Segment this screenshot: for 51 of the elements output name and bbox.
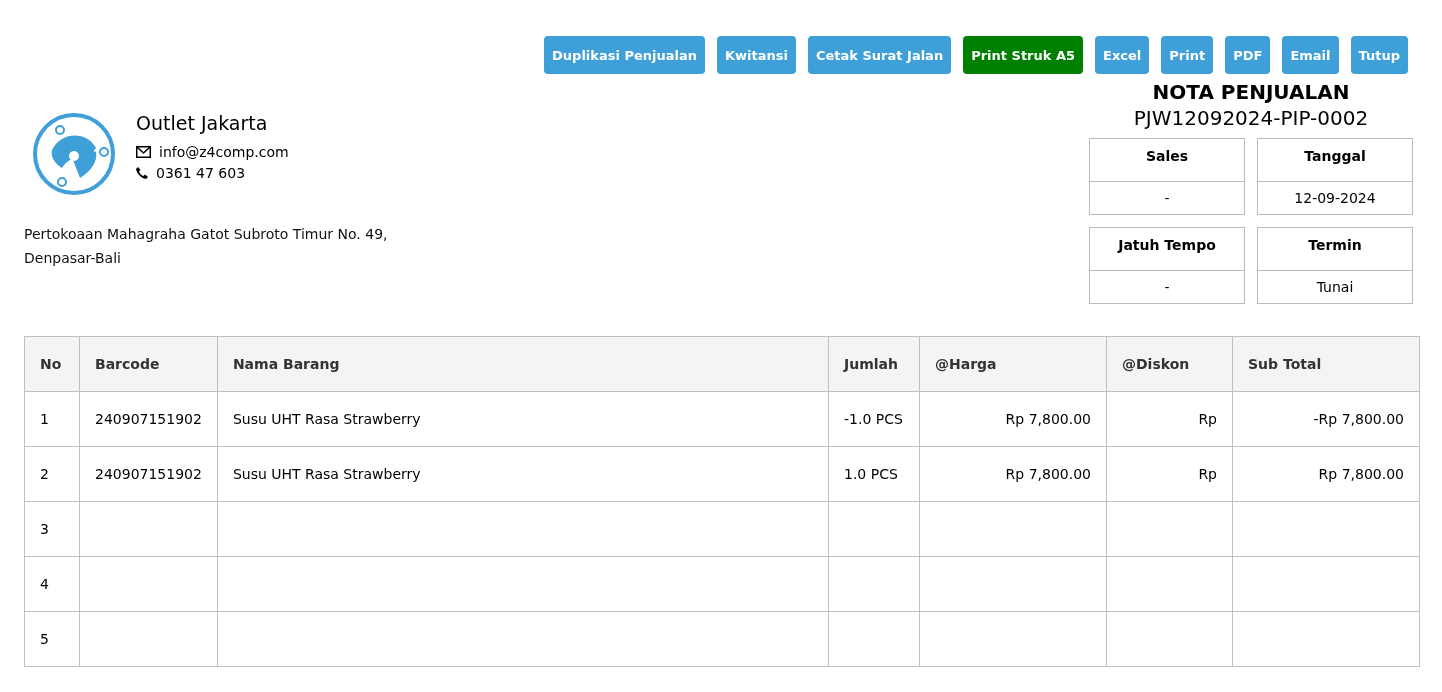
logo-icon — [32, 112, 116, 196]
field-value: 12-09-2024 — [1293, 189, 1377, 208]
toolbar-button[interactable]: Print Struk A5 — [963, 36, 1084, 74]
table-cell: Rp — [1106, 446, 1233, 502]
address-line: Pertokoaan Mahagraha Gatot Subroto Timur No. 49, — [24, 225, 388, 244]
envelope-icon — [136, 146, 151, 158]
column-header: No — [24, 336, 80, 392]
column-header: @Diskon — [1106, 336, 1233, 392]
table-cell: Susu UHT Rasa Strawberry — [217, 391, 829, 447]
table-cell: 240907151902 — [79, 391, 218, 447]
table-cell: Rp 7,800.00 — [1232, 446, 1420, 502]
table-cell: Rp — [1106, 391, 1233, 447]
toolbar-button[interactable]: Cetak Surat Jalan — [808, 36, 952, 74]
field-label: Termin — [1258, 228, 1412, 271]
table-cell: Susu UHT Rasa Strawberry — [217, 446, 829, 502]
table-cell: 1 — [24, 391, 80, 447]
field-value: - — [1163, 278, 1171, 297]
field-label: Sales — [1090, 139, 1244, 182]
table-cell: -Rp 7,800.00 — [1232, 391, 1420, 447]
toolbar-button[interactable]: Excel — [1095, 36, 1150, 74]
table-cell: 3 — [24, 501, 80, 557]
table-cell: 2 — [24, 446, 80, 502]
invoice-number: PJW12092024-PIP-0002 — [1133, 106, 1369, 130]
company-name: Outlet Jakarta — [136, 112, 269, 134]
table-cell: 1.0 PCS — [828, 446, 920, 502]
toolbar-button[interactable]: Email — [1282, 36, 1339, 74]
field-label: Tanggal — [1258, 139, 1412, 182]
toolbar-button[interactable]: Tutup — [1350, 36, 1408, 74]
toolbar-button[interactable]: Duplikasi Penjualan — [544, 36, 705, 74]
phone-icon — [136, 167, 148, 179]
column-header: Sub Total — [1232, 336, 1420, 392]
address-line: Denpasar-Bali — [24, 249, 122, 268]
field-label: Jatuh Tempo — [1090, 228, 1244, 271]
field-value: - — [1163, 189, 1171, 208]
toolbar-button[interactable]: PDF — [1225, 36, 1271, 74]
table-cell: -1.0 PCS — [828, 391, 920, 447]
table-cell: 240907151902 — [79, 446, 218, 502]
company-email: info@z4comp.com — [159, 144, 289, 160]
field-value: Tunai — [1315, 278, 1355, 297]
company-phone: 0361 47 603 — [156, 165, 246, 181]
column-header: Jumlah — [828, 336, 920, 392]
column-header: Nama Barang — [217, 336, 829, 392]
column-header: Barcode — [79, 336, 218, 392]
table-cell: Rp 7,800.00 — [919, 391, 1107, 447]
table-cell: Rp 7,800.00 — [919, 446, 1107, 502]
toolbar-button[interactable]: Print — [1161, 36, 1214, 74]
column-header: @Harga — [919, 336, 1107, 392]
table-cell: 4 — [24, 556, 80, 612]
table-cell: 5 — [24, 611, 80, 667]
toolbar-button[interactable]: Kwitansi — [717, 36, 796, 74]
invoice-title: NOTA PENJUALAN — [1152, 80, 1350, 104]
